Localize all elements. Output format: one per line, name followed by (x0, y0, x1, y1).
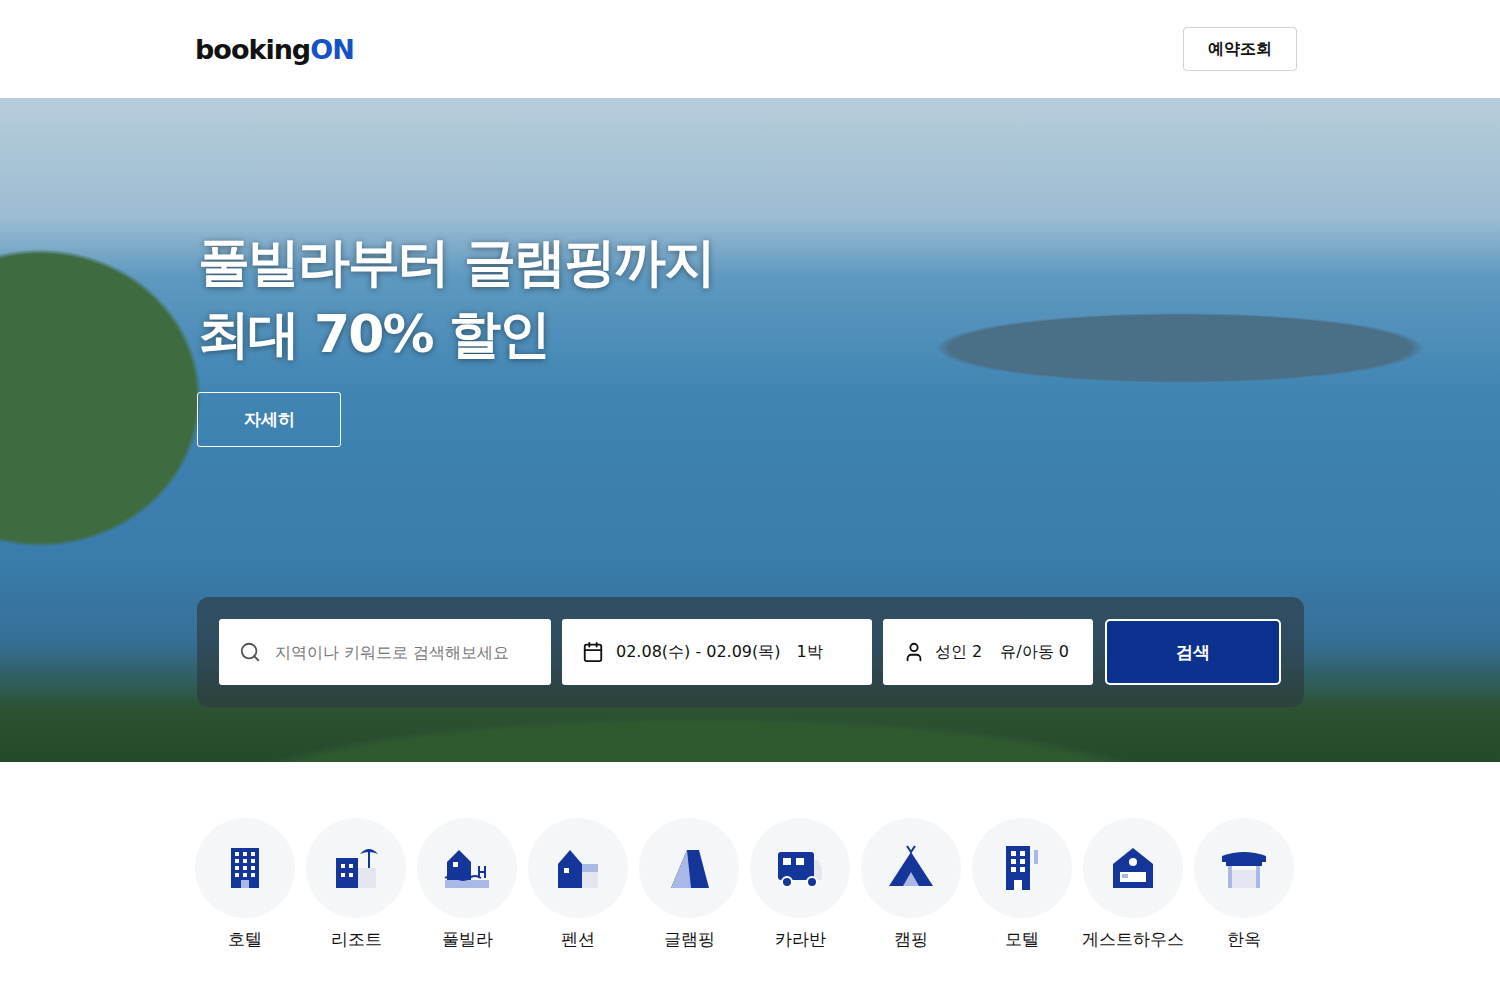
search-icon (239, 641, 261, 663)
hero-banner: 풀빌라부터 글램핑까지최대 70% 할인자세히 02.08(수) - 02.09(… (0, 98, 1500, 762)
resort-icon (330, 842, 382, 894)
adults: 성인 2 (935, 642, 982, 663)
calendar-icon (582, 641, 604, 663)
pension-icon (552, 842, 604, 894)
children: 유/아동 0 (1000, 642, 1069, 663)
pool-villa-icon (441, 842, 493, 894)
category-item[interactable]: 한옥 (1194, 818, 1294, 951)
keyword-field[interactable] (219, 619, 551, 685)
header: bookingON 예약조회 (0, 0, 1500, 98)
search-panel: 02.08(수) - 02.09(목) 1박 성인 2 유/아동 0 검색 (197, 597, 1304, 707)
guest-field[interactable]: 성인 2 유/아동 0 (883, 619, 1093, 685)
person-icon (903, 641, 925, 663)
category-circle (861, 818, 961, 918)
category-item[interactable]: 리조트 (306, 818, 406, 951)
guesthouse-icon (1107, 842, 1159, 894)
category-item[interactable]: 풀빌라 (417, 818, 517, 951)
category-circle (750, 818, 850, 918)
category-item[interactable]: 호텔 (195, 818, 295, 951)
category-item[interactable]: 펜션 (528, 818, 628, 951)
caravan-icon (774, 842, 826, 894)
category-label: 풀빌라 (442, 928, 493, 951)
motel-icon (996, 842, 1048, 894)
nights: 1박 (797, 642, 823, 663)
category-item[interactable]: 글램핑 (639, 818, 739, 951)
category-circle (1194, 818, 1294, 918)
keyword-input[interactable] (273, 642, 531, 663)
hotel-icon (219, 842, 271, 894)
reservation-lookup-button[interactable]: 예약조회 (1183, 27, 1297, 71)
search-button[interactable]: 검색 (1105, 619, 1281, 685)
category-row: 호텔 리조트 풀빌라 펜션 글램핑 카라반 캠핑 모텔 게스트하우스 한옥 (195, 762, 1305, 951)
category-label: 펜션 (561, 928, 595, 951)
category-item[interactable]: 캠핑 (861, 818, 961, 951)
hero-title: 풀빌라부터 글램핑까지최대 70% 할인 (198, 226, 1305, 370)
category-label: 리조트 (331, 928, 382, 951)
category-label: 캠핑 (894, 928, 928, 951)
category-circle (306, 818, 406, 918)
glamping-icon (663, 842, 715, 894)
date-field[interactable]: 02.08(수) - 02.09(목) 1박 (562, 619, 872, 685)
category-circle (1083, 818, 1183, 918)
date-range: 02.08(수) - 02.09(목) (616, 642, 781, 663)
category-item[interactable]: 모텔 (972, 818, 1072, 951)
camping-tent-icon (885, 842, 937, 894)
detail-button[interactable]: 자세히 (197, 392, 341, 447)
category-label: 카라반 (775, 928, 826, 951)
category-circle (972, 818, 1072, 918)
hanok-icon (1218, 842, 1270, 894)
category-circle (528, 818, 628, 918)
logo[interactable]: bookingON (195, 34, 354, 65)
category-label: 글램핑 (664, 928, 715, 951)
category-circle (417, 818, 517, 918)
category-label: 한옥 (1227, 928, 1261, 951)
category-circle (639, 818, 739, 918)
category-label: 모텔 (1005, 928, 1039, 951)
category-item[interactable]: 카라반 (750, 818, 850, 951)
category-circle (195, 818, 295, 918)
category-label: 호텔 (228, 928, 262, 951)
category-label: 게스트하우스 (1082, 928, 1184, 951)
category-item[interactable]: 게스트하우스 (1083, 818, 1183, 951)
